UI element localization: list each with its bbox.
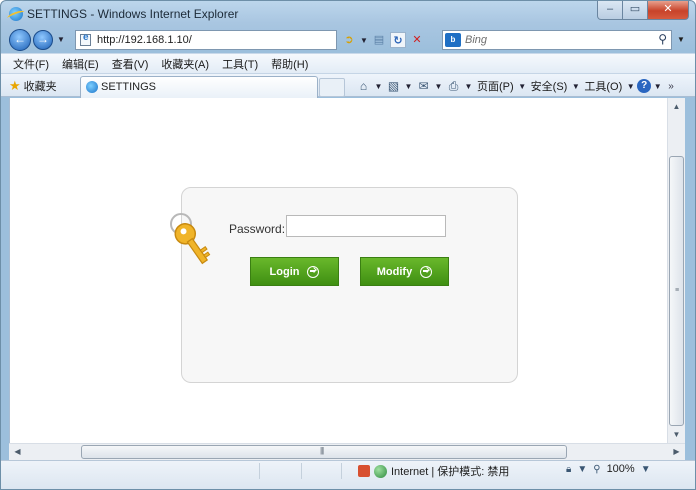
address-toolbar: ← → ▼ http://192.168.1.10/ ➲ ▼ ▤ ↻ ✕ b B…	[1, 27, 695, 53]
safety-dropdown-icon[interactable]: ▼	[571, 82, 580, 91]
vertical-scrollbar[interactable]: ▲ ≡ ▼	[667, 98, 685, 443]
home-icon[interactable]: ⌂	[355, 79, 372, 93]
circle-arrow-icon	[307, 265, 320, 278]
mail-icon[interactable]: ✉	[415, 79, 432, 93]
tools-menu-button[interactable]: 工具(O)	[582, 78, 624, 94]
grip-icon: |||	[320, 446, 324, 455]
login-button[interactable]: Login	[250, 257, 339, 286]
modify-button-label: Modify	[376, 265, 413, 278]
home-dropdown-icon[interactable]: ▼	[374, 82, 383, 91]
menu-tools[interactable]: 工具(T)	[222, 56, 258, 72]
search-options-dropdown[interactable]: ▼	[677, 35, 685, 44]
scroll-left-icon[interactable]: ◀	[9, 444, 26, 460]
star-icon: ★	[9, 78, 21, 93]
status-right: 🔒︎ ▼ ⚲ 100% ▼	[566, 463, 651, 475]
key-icon	[170, 213, 211, 265]
zoom-dropdown-icon[interactable]: ▼	[641, 464, 651, 475]
status-divider	[341, 463, 342, 479]
rss-icon[interactable]: ▤	[371, 32, 387, 48]
ie-logo-icon	[9, 7, 23, 21]
search-provider-icon: b	[445, 33, 461, 47]
search-field[interactable]: b Bing ⚲	[442, 30, 672, 50]
recent-pages-dropdown[interactable]: ▼	[57, 35, 65, 44]
compatibility-view-icon[interactable]: ➲	[341, 32, 357, 48]
title-bar: SETTINGS - Windows Internet Explorer – ▭…	[1, 1, 695, 27]
address-url: http://192.168.1.10/	[97, 34, 192, 46]
favorites-label: 收藏夹	[23, 81, 57, 93]
status-bar: Internet | 保护模式: 禁用 🔒︎ ▼ ⚲ 100% ▼	[1, 460, 695, 489]
search-placeholder: Bing	[465, 34, 488, 46]
print-icon[interactable]: ⎙	[445, 79, 462, 94]
scroll-up-icon[interactable]: ▲	[668, 98, 685, 115]
page-menu-button[interactable]: 页面(P)	[475, 78, 516, 94]
menu-bar: 文件(F) 编辑(E) 查看(V) 收藏夹(A) 工具(T) 帮助(H)	[1, 53, 695, 73]
security-lock-icon[interactable]: 🔒︎	[566, 464, 571, 475]
tab-settings[interactable]: SETTINGS	[80, 76, 318, 98]
stop-icon[interactable]: ✕	[409, 32, 425, 48]
scroll-down-icon[interactable]: ▼	[668, 426, 685, 443]
tools-dropdown-icon[interactable]: ▼	[626, 82, 635, 91]
globe-icon	[374, 464, 387, 478]
zoom-level[interactable]: 100%	[607, 463, 635, 475]
protected-mode-icon	[358, 465, 370, 477]
command-tools: ⌂ ▼ ▧ ▼ ✉ ▼ ⎙ ▼ 页面(P) ▼ 安全(S) ▼ 工具(O) ▼ …	[355, 77, 674, 95]
new-tab-button[interactable]	[319, 78, 345, 97]
back-button[interactable]: ←	[9, 29, 31, 51]
vertical-scroll-thumb[interactable]: ≡	[669, 156, 684, 426]
menu-edit[interactable]: 编辑(E)	[62, 56, 99, 72]
password-label: Password:	[229, 222, 286, 236]
login-button-label: Login	[269, 265, 300, 278]
mail-dropdown-icon[interactable]: ▼	[434, 82, 443, 91]
compat-dropdown-icon[interactable]: ▼	[360, 36, 368, 45]
command-bar: ★ 收藏夹 SETTINGS ⌂ ▼ ▧ ▼ ✉ ▼ ⎙ ▼ 页面(P) ▼ 安…	[1, 73, 695, 98]
window-controls: – ▭ ✕	[597, 1, 689, 21]
security-zone[interactable]: Internet | 保护模式: 禁用	[358, 463, 509, 479]
zone-text: Internet | 保护模式: 禁用	[391, 466, 510, 478]
search-icon[interactable]: ⚲	[658, 32, 667, 46]
feeds-icon[interactable]: ▧	[385, 79, 402, 93]
print-dropdown-icon[interactable]: ▼	[464, 82, 473, 91]
maximize-button[interactable]: ▭	[623, 1, 647, 20]
close-button[interactable]: ✕	[647, 1, 689, 20]
minimize-button[interactable]: –	[597, 1, 623, 20]
status-divider	[259, 463, 260, 479]
menu-file[interactable]: 文件(F)	[13, 56, 49, 72]
scroll-right-icon[interactable]: ▶	[668, 444, 685, 460]
favorites-button[interactable]: ★ 收藏夹	[9, 78, 57, 94]
password-field[interactable]	[286, 215, 446, 237]
feeds-dropdown-icon[interactable]: ▼	[404, 82, 413, 91]
menu-view[interactable]: 查看(V)	[112, 56, 149, 72]
ie-page-icon	[86, 81, 98, 93]
refresh-icon[interactable]: ↻	[390, 32, 406, 48]
circle-arrow-icon	[420, 265, 433, 278]
page-icon	[80, 32, 91, 46]
address-tools: ➲ ▼ ▤ ↻ ✕	[341, 31, 425, 49]
horizontal-scrollbar[interactable]: ◀ ||| ▶	[9, 443, 685, 460]
modify-button[interactable]: Modify	[360, 257, 449, 286]
help-icon[interactable]: ?	[637, 79, 652, 93]
zoom-icon: ⚲	[593, 463, 601, 475]
forward-button[interactable]: →	[33, 30, 53, 50]
page-dropdown-icon[interactable]: ▼	[518, 82, 527, 91]
tab-label: SETTINGS	[101, 81, 157, 93]
safety-menu-button[interactable]: 安全(S)	[529, 78, 570, 94]
horizontal-scroll-thumb[interactable]: |||	[81, 445, 567, 459]
browser-window: SETTINGS - Windows Internet Explorer – ▭…	[0, 0, 696, 490]
menu-favorites[interactable]: 收藏夹(A)	[161, 56, 209, 72]
window-title: SETTINGS - Windows Internet Explorer	[27, 7, 239, 21]
address-field[interactable]: http://192.168.1.10/	[75, 30, 337, 50]
grip-icon: ≡	[675, 287, 680, 294]
status-dropdown-icon[interactable]: ▼	[577, 464, 587, 475]
overflow-chevron-icon[interactable]: »	[668, 81, 674, 92]
help-dropdown-icon[interactable]: ▼	[653, 82, 662, 91]
menu-help[interactable]: 帮助(H)	[271, 56, 308, 72]
status-divider	[301, 463, 302, 479]
